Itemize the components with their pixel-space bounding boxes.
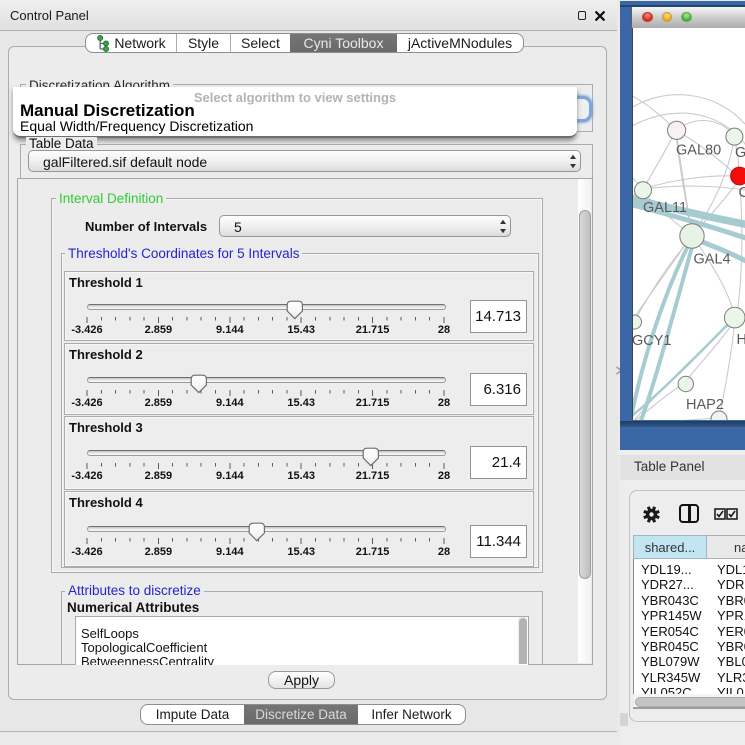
svg-text:HAP2: HAP2	[686, 397, 724, 413]
svg-text:C: C	[739, 185, 745, 201]
svg-text:H: H	[737, 332, 745, 348]
svg-text:GA: GA	[735, 145, 745, 161]
svg-text:GAL4: GAL4	[694, 252, 731, 268]
svg-text:GCY1: GCY1	[633, 333, 672, 349]
svg-text:GAL11: GAL11	[643, 200, 687, 216]
svg-text:GAL80: GAL80	[676, 143, 721, 159]
